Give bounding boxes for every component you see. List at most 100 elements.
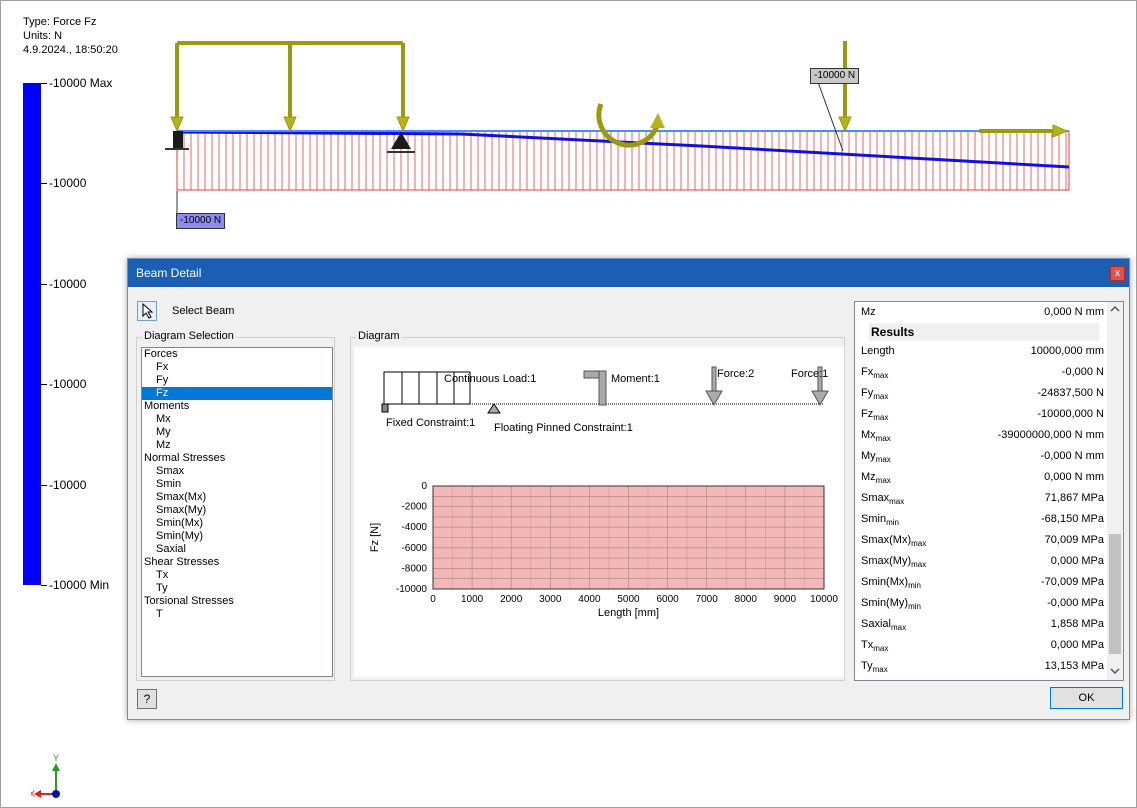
list-group-header[interactable]: Shear Stresses [142,556,332,569]
chart-x-tick-label: 3000 [539,594,562,605]
list-item[interactable]: Fz [142,387,332,400]
chart-y-tick-label: -8000 [401,563,427,574]
chart-y-tick-label: 0 [421,481,427,492]
chart-y-tick-label: -4000 [401,522,427,533]
legend-tick [41,585,47,586]
beam-detail-dialog: Beam Detail x Select Beam Diagram Select… [127,258,1130,720]
list-item[interactable]: Fx [142,361,332,374]
diagram-selection-list[interactable]: Forces Fx Fy Fz Moments Mx My Mz Normal Stresses… [141,347,333,677]
result-name: Length [861,345,895,357]
results-panel[interactable]: Mz 0,000 N mm Results Length 10000,000 mm… [854,301,1124,681]
list-item[interactable]: Smin(Mx) [142,517,332,530]
chart-x-tick-label: 7000 [696,594,719,605]
chart-x-tick-label: 1000 [461,594,484,605]
dialog-titlebar[interactable]: Beam Detail x [128,259,1129,287]
deformed-beam-line [176,130,1070,169]
result-value: -0,000 N mm [1040,450,1104,462]
results-scrollbar[interactable] [1107,302,1123,680]
chart-grid [432,485,825,590]
scroll-up-icon[interactable] [1107,302,1123,316]
result-name: Smax(My)max [861,555,927,570]
fz-value-callout-right: -10000 N [810,68,860,84]
chart-y-tick-label: -10000 [396,584,428,595]
continuous-load-glyph [170,41,410,133]
result-row: Smax(Mx)max 70,009 MPa [855,530,1108,551]
result-value: 13,153 MPa [1044,660,1104,672]
result-row: Smaxmax 71,867 MPa [855,488,1108,509]
list-item[interactable]: T [142,608,332,621]
continuous-load-sketch-label: Continuous Load:1 [444,373,536,385]
result-name: Saxialmax [861,618,907,633]
result-value: -39000000,000 N mm [997,429,1104,441]
result-name: Mymax [861,450,891,465]
result-name: Mzmax [861,471,891,486]
list-group-header[interactable]: Normal Stresses [142,452,332,465]
ok-button[interactable]: OK [1050,687,1123,709]
triad-x-label: X [31,789,35,799]
list-group-header[interactable]: Moments [142,400,332,413]
result-row: Smin(My)min -0,000 MPa [855,593,1108,614]
beam-sketch: Continuous Load:1 Moment:1 Force:2 Force… [381,366,829,434]
help-button[interactable]: ? [137,689,157,709]
result-value: 0,000 MPa [1050,555,1104,567]
list-item[interactable]: Fy [142,374,332,387]
pinned-constraint-sketch-icon [487,403,501,414]
result-value: 70,009 MPa [1044,534,1104,546]
chart-y-tick-label: -6000 [401,543,427,554]
result-row: Fymax -24837,500 N [855,383,1108,404]
chart-y-axis-label: Fz [N] [369,523,381,552]
list-item[interactable]: Smin(My) [142,530,332,543]
legend-tick [41,384,47,386]
legend-tick [41,283,47,285]
result-value: -0,000 N [1061,366,1104,378]
fixed-constraint-sketch-icon [381,403,389,413]
result-row: Fzmax -10000,000 N [855,404,1108,425]
result-name: Mz [861,306,876,318]
scroll-down-icon[interactable] [1107,664,1123,678]
chart-x-axis-label: Length [mm] [598,607,659,619]
close-button[interactable]: x [1110,266,1125,281]
result-row: Mzmax 0,000 N mm [855,467,1108,488]
result-value: -70,009 MPa [1041,576,1104,588]
list-item[interactable]: Mz [142,439,332,452]
chart-y-ticks: 0 -2000 -4000 -6000 -8000 -10000 [396,481,428,595]
legend-label: -10000 [49,477,87,492]
result-name: Smaxmax [861,492,905,507]
result-name: Tymax [861,660,888,675]
graphics-viewport[interactable]: Type: Force Fz Units: N 4.9.2024., 18:50… [0,0,1137,808]
list-item[interactable]: Mx [142,413,332,426]
result-name: Sminmin [861,513,899,528]
select-beam-button[interactable] [137,301,157,321]
chart-x-tick-label: 9000 [774,594,797,605]
force-2-sketch-label: Force:2 [717,368,754,380]
chart-x-tick-label: 5000 [617,594,640,605]
chart-x-tick-label: 6000 [656,594,679,605]
list-item[interactable]: Smax(Mx) [142,491,332,504]
axial-force-glyph [979,124,1069,138]
scroll-thumb[interactable] [1109,534,1121,654]
result-row: Saxialmax 1,858 MPa [855,614,1108,635]
list-item[interactable]: Smax(My) [142,504,332,517]
list-item[interactable]: Ty [142,582,332,595]
legend-label: -10000 Min [49,578,110,592]
list-item[interactable]: Smax [142,465,332,478]
result-row: Tmax-0,000 MPa [855,677,1108,680]
result-row: Tymax 13,153 MPa [855,656,1108,677]
list-item[interactable]: Smin [142,478,332,491]
fixed-constraint-sketch-label: Fixed Constraint:1 [386,417,475,429]
legend-label: -10000 [49,276,87,291]
diagram-panel: Continuous Load:1 Moment:1 Force:2 Force… [354,347,844,677]
list-item[interactable]: Tx [142,569,332,582]
list-group-header[interactable]: Torsional Stresses [142,595,332,608]
chart-y-tick-label: -2000 [401,502,427,513]
moment-sketch-label: Moment:1 [611,373,660,385]
list-group-header[interactable]: Forces [142,348,332,361]
select-beam-label: Select Beam [172,305,235,317]
result-row: Sminmin -68,150 MPa [855,509,1108,530]
result-row: Txmax 0,000 MPa [855,635,1108,656]
results-heading: Results [869,323,1099,341]
list-item[interactable]: Saxial [142,543,332,556]
list-item[interactable]: My [142,426,332,439]
result-row: Mymax -0,000 N mm [855,446,1108,467]
result-name: Mxmax [861,429,891,444]
